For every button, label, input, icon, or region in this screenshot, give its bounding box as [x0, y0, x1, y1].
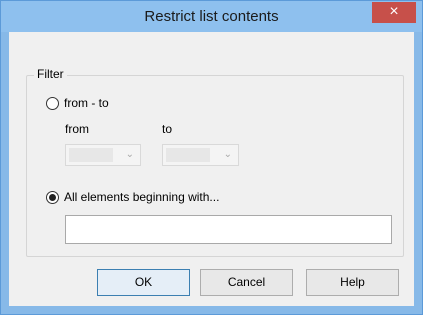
chevron-down-icon: ⌄ [125, 149, 134, 160]
cancel-button[interactable]: Cancel [200, 269, 293, 296]
from-select-value [69, 148, 113, 162]
from-label: from [65, 122, 89, 136]
to-select[interactable]: ⌄ [162, 144, 239, 166]
filter-group-label: Filter [34, 67, 67, 81]
title-bar[interactable]: Restrict list contents × [1, 1, 422, 32]
begins-with-input[interactable] [65, 215, 392, 244]
range-radio-label[interactable]: from - to [64, 96, 109, 110]
range-radio[interactable] [46, 97, 59, 110]
to-label: to [162, 122, 173, 136]
chevron-down-icon: ⌄ [223, 149, 232, 160]
help-button[interactable]: Help [306, 269, 399, 296]
from-select[interactable]: ⌄ [65, 144, 141, 166]
radio-selected-dot [49, 194, 56, 201]
dialog-title: Restrict list contents [144, 8, 279, 25]
to-select-value [166, 148, 210, 162]
begins-with-radio[interactable] [46, 191, 59, 204]
begins-with-radio-label[interactable]: All elements beginning with... [64, 190, 219, 204]
close-icon: × [389, 3, 399, 20]
close-button[interactable]: × [372, 2, 416, 23]
ok-button[interactable]: OK [97, 269, 190, 296]
